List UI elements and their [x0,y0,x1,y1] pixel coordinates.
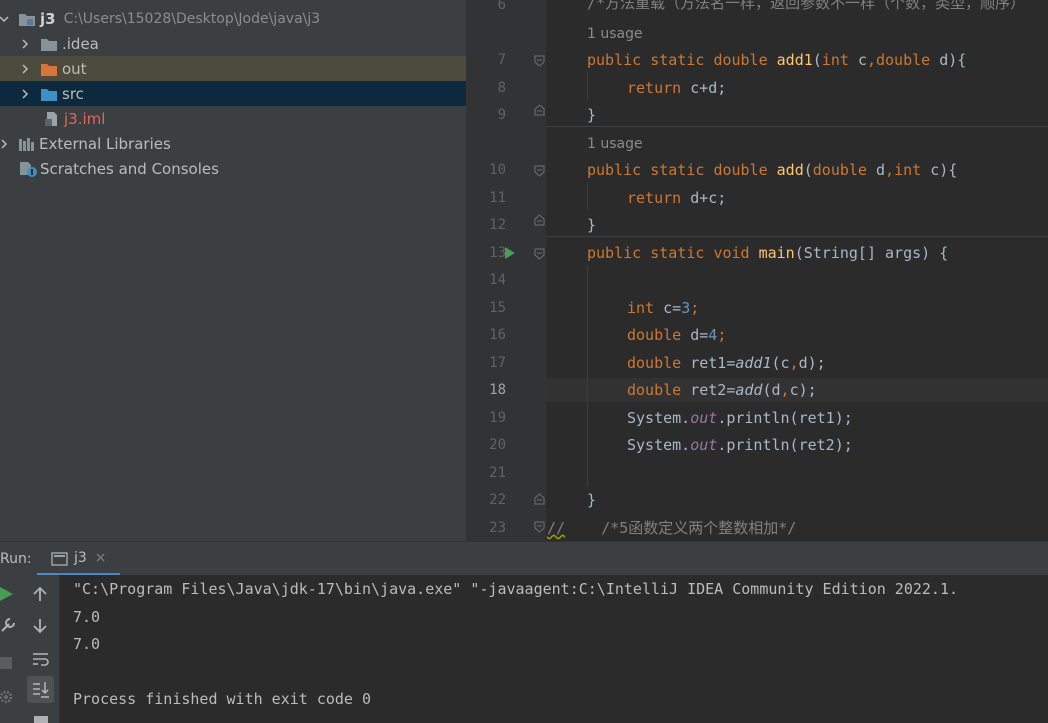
line-number: 21 [489,465,506,481]
console-line: 7.0 [73,635,101,653]
chevron-right-icon[interactable] [0,138,10,150]
tree-root-path: C:\Users\15028\Desktop\Jode\java\j3 [63,10,321,27]
line-number: 9 [497,107,506,123]
tree-item-src[interactable]: src [0,81,466,106]
tree-item-external-libraries[interactable]: External Libraries [0,131,466,156]
tree-item-out[interactable]: out [0,56,466,81]
line-number: 6 [497,0,506,13]
method-separator [546,126,1048,127]
stop-icon[interactable] [0,657,12,669]
fold-collapse-icon[interactable] [534,248,545,260]
line-number: 19 [489,410,506,426]
project-tool-window: j3 C:\Users\15028\Desktop\Jode\java\j3 .… [0,0,466,541]
code-line-22: } [587,491,597,509]
run-toolbar-right [22,575,60,723]
console-output[interactable]: "C:\Program Files\Java\jdk-17\bin\java.e… [60,575,1048,723]
code-line-18: double ret2=add(d,c); [627,381,817,399]
code-line-6: /*方法重载（方法名一样，返回参数不一样（个数，类型，顺序） [587,0,1026,12]
chevron-right-icon[interactable] [19,88,31,100]
line-number: 17 [489,355,506,371]
code-line-17: double ret1=add1(c,d); [627,354,826,372]
tree-item-label: src [62,84,84,103]
run-toolbar-left [0,575,22,723]
tree-root-label: j3 [40,9,56,28]
run-main-icon[interactable] [504,246,516,260]
tree-item-label: j3.iml [64,109,106,128]
line-number-current: 18 [489,382,506,398]
line-number: 7 [497,52,506,68]
fold-collapse-icon[interactable] [534,55,545,67]
chevron-right-icon[interactable] [19,38,31,50]
code-line-23: // /*5函数定义两个整数相加*/ [547,519,797,537]
line-number: 22 [489,492,506,508]
line-number: 12 [489,217,506,233]
source-folder-icon [40,86,58,102]
excluded-folder-icon [40,61,58,77]
code-line-8: return c+d; [627,79,727,97]
line-number: 14 [489,272,506,288]
line-number: 10 [489,162,506,178]
tree-item-label: Scratches and Consoles [40,159,219,178]
method-separator [546,236,1048,237]
print-icon[interactable] [33,713,49,723]
code-editor[interactable]: 6 7 8 9 10 11 12 13 14 15 16 17 18 19 20… [466,0,1048,541]
code-line-15: int c=3; [627,299,700,317]
line-number: 13 [489,245,506,261]
console-icon [51,551,68,566]
arrow-down-icon[interactable] [33,618,47,634]
folder-icon [40,36,58,52]
soft-wrap-icon[interactable] [32,651,50,667]
console-line: "C:\Program Files\Java\jdk-17\bin\java.e… [73,580,959,598]
chevron-right-icon[interactable] [19,63,31,75]
code-line-19: System.out.println(ret1); [627,409,853,427]
line-number: 23 [489,520,506,536]
library-icon [18,136,36,152]
tree-item-iml[interactable]: j3.iml [0,106,466,131]
tree-item-label: out [62,59,87,78]
tree-item-scratches[interactable]: Scratches and Consoles [0,156,466,181]
line-number: 8 [497,80,506,96]
run-label: Run: [0,551,32,567]
code-line-9: } [587,106,597,124]
iml-file-icon [44,111,60,127]
scroll-to-end-toggle[interactable] [27,676,54,703]
run-tab-label: j3 [74,549,87,566]
tree-item-idea[interactable]: .idea [0,31,466,56]
module-folder-icon [18,11,36,27]
code-line-10: public static double add(double d,int c)… [587,161,958,179]
tree-root-j3[interactable]: j3 C:\Users\15028\Desktop\Jode\java\j3 [0,6,466,31]
fold-collapse-icon[interactable] [534,165,545,177]
code-line-12: } [587,216,597,234]
console-line: 7.0 [73,608,101,626]
console-line: Process finished with exit code 0 [73,690,372,708]
fold-end-icon[interactable] [534,104,545,116]
arrow-up-icon[interactable] [33,586,47,602]
fold-end-icon[interactable] [534,214,545,226]
code-line-20: System.out.println(ret2); [627,436,853,454]
line-number: 15 [489,300,506,316]
scratches-icon [18,160,38,178]
run-tab-j3[interactable]: j3 × [37,542,120,576]
gear-icon[interactable] [0,689,16,705]
line-number: 16 [489,327,506,343]
usage-hint[interactable]: 1 usage [587,24,643,44]
close-tab-icon[interactable]: × [95,550,107,566]
wrench-icon[interactable] [0,617,16,633]
tree-item-label: .idea [62,34,99,53]
scroll-to-end-icon [33,682,49,698]
code-line-7: public static double add1(int c,double d… [587,51,967,69]
line-number: 11 [489,190,506,206]
rerun-icon[interactable] [0,586,14,602]
chevron-down-icon[interactable] [0,13,10,25]
code-line-11: return d+c; [627,189,727,207]
fold-end-icon[interactable] [534,493,545,505]
code-line-13: public static void main(String[] args) { [587,244,949,262]
fold-collapse-icon[interactable] [534,521,545,533]
code-line-16: double d=4; [627,326,727,344]
usage-hint[interactable]: 1 usage [587,134,643,154]
run-panel-header: Run: j3 × [0,541,1048,576]
tree-item-label: External Libraries [39,134,171,153]
line-number: 20 [489,437,506,453]
